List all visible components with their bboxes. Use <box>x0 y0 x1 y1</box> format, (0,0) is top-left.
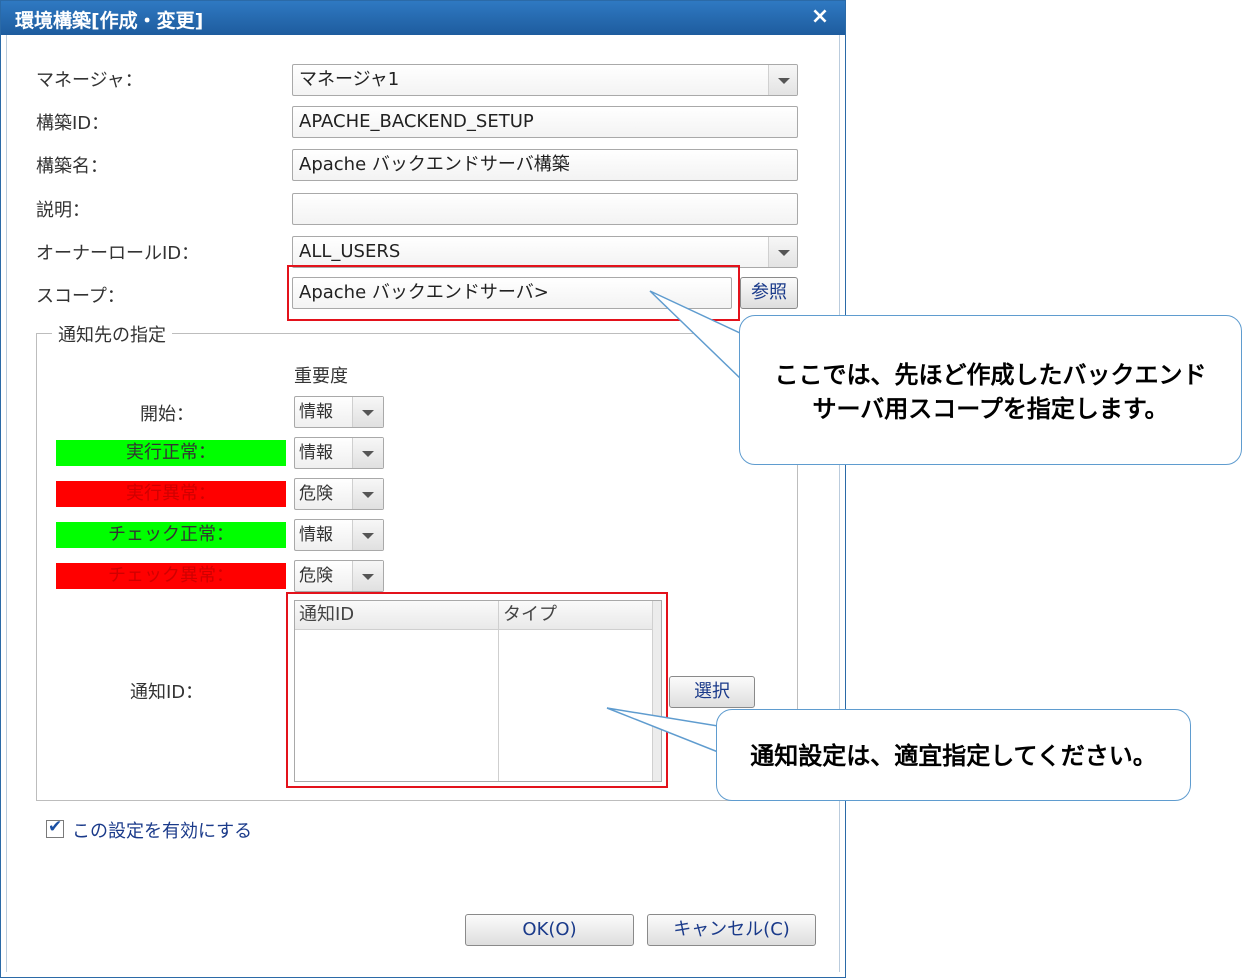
chevron-down-icon[interactable] <box>352 520 383 550</box>
start-label: 開始： <box>140 404 194 425</box>
description-input[interactable] <box>292 193 798 225</box>
notify-select-button[interactable]: 選択 <box>669 676 755 708</box>
scope-callout-line1: ここでは、先ほど作成したバックエンド <box>774 361 1207 389</box>
enable-checkbox-label[interactable]: この設定を有効にする <box>72 817 252 843</box>
manager-label: マネージャ： <box>36 70 143 91</box>
run-error-severity-value: 危険 <box>299 484 333 504</box>
owner-role-select[interactable]: ALL_USERS <box>292 236 798 268</box>
run-normal-severity-select[interactable]: 情報 <box>294 437 384 469</box>
name-label: 構築名： <box>36 156 108 177</box>
owner-role-label: オーナーロールID： <box>36 243 200 264</box>
run-normal-severity-value: 情報 <box>299 443 333 463</box>
start-severity-select[interactable]: 情報 <box>294 396 384 428</box>
cancel-button[interactable]: キャンセル(C) <box>647 914 816 946</box>
notify-legend: 通知先の指定 <box>52 321 172 347</box>
owner-role-value: ALL_USERS <box>299 241 401 262</box>
check-error-label: チェック異常： <box>56 563 286 589</box>
notify-table-highlight-box <box>286 592 668 788</box>
run-error-severity-select[interactable]: 危険 <box>294 478 384 510</box>
manager-value: マネージャ1 <box>299 69 400 90</box>
dialog-title: 環境構築[作成・変更] <box>15 10 204 32</box>
description-label: 説明： <box>36 200 90 221</box>
chevron-down-icon[interactable] <box>352 479 383 509</box>
chevron-down-icon[interactable] <box>768 65 797 95</box>
run-error-label: 実行異常： <box>56 481 286 507</box>
run-normal-label: 実行正常： <box>56 440 286 466</box>
start-severity-value: 情報 <box>299 402 333 422</box>
enable-checkbox[interactable] <box>46 817 64 838</box>
build-name-input[interactable]: Apache バックエンドサーバ構築 <box>292 149 798 181</box>
check-error-severity-value: 危険 <box>299 566 333 586</box>
chevron-down-icon[interactable] <box>768 237 797 267</box>
check-normal-label: チェック正常： <box>56 522 286 548</box>
notify-callout: 通知設定は、適宜指定してください。 <box>716 709 1191 801</box>
chevron-down-icon[interactable] <box>352 561 383 591</box>
severity-header: 重要度 <box>294 366 348 387</box>
id-label: 構築ID： <box>36 113 110 134</box>
notify-id-label: 通知ID： <box>130 682 204 703</box>
check-normal-severity-value: 情報 <box>299 525 333 545</box>
build-id-input[interactable]: APACHE_BACKEND_SETUP <box>292 106 798 138</box>
scope-callout-line2: サーバ用スコープを指定します。 <box>812 395 1169 423</box>
scope-highlight-box <box>287 265 740 321</box>
chevron-down-icon[interactable] <box>352 438 383 468</box>
scope-callout: ここでは、先ほど作成したバックエンド サーバ用スコープを指定します。 <box>739 315 1242 465</box>
manager-select[interactable]: マネージャ1 <box>292 64 798 96</box>
scope-label: スコープ： <box>36 286 125 307</box>
close-icon[interactable]: × <box>807 4 833 30</box>
check-normal-severity-select[interactable]: 情報 <box>294 519 384 551</box>
ok-button[interactable]: OK(O) <box>465 914 634 946</box>
scope-browse-button[interactable]: 参照 <box>740 277 798 309</box>
chevron-down-icon[interactable] <box>352 397 383 427</box>
title-bar[interactable]: 環境構築[作成・変更] × <box>1 1 845 35</box>
check-error-severity-select[interactable]: 危険 <box>294 560 384 592</box>
